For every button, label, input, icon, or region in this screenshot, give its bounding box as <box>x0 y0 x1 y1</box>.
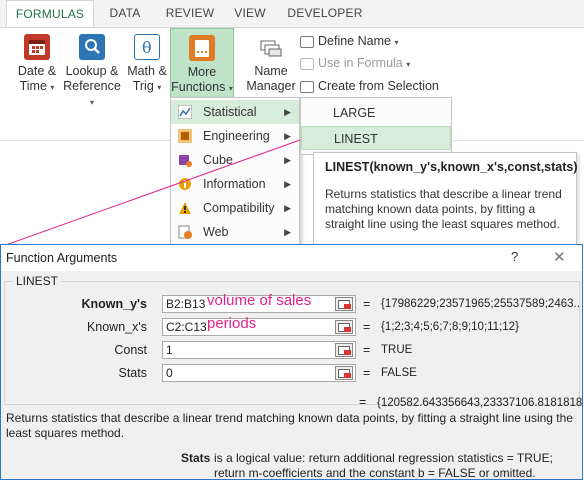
equals-sign: = <box>363 297 371 311</box>
known-xs-value: C2:C13 <box>166 320 207 334</box>
stats-input[interactable]: 0 <box>162 364 356 382</box>
argument-help-text: is a logical value: return additional re… <box>214 451 553 480</box>
const-value: 1 <box>166 343 173 357</box>
known-ys-value: B2:B13 <box>166 297 206 311</box>
known-xs-annotation: periods <box>207 315 257 332</box>
arguments-group: LINEST Known_y's B2:B13 volume of sales … <box>4 274 581 405</box>
known-ys-result: {17986229;23571965;25537589;2463... <box>381 298 581 310</box>
known-ys-label: Known_y's <box>81 297 148 311</box>
equals-sign: = <box>359 395 367 409</box>
collapse-dialog-icon[interactable] <box>335 320 353 334</box>
formula-result: {120582.643356643,23337106.8181818 <box>377 397 582 409</box>
const-input[interactable]: 1 <box>162 341 356 359</box>
dialog-body: LINEST Known_y's B2:B13 volume of sales … <box>1 271 582 480</box>
collapse-dialog-icon[interactable] <box>335 343 353 357</box>
known-xs-result: {1;2;3;4;5;6;7;8;9;10;11;12} <box>381 321 519 333</box>
function-description: Returns statistics that describe a linea… <box>6 411 573 440</box>
const-result: TRUE <box>381 344 413 356</box>
known-ys-annotation: volume of sales <box>207 292 312 309</box>
known-xs-input[interactable]: C2:C13 <box>162 318 356 336</box>
close-icon[interactable]: ✕ <box>553 248 566 266</box>
equals-sign: = <box>363 320 371 334</box>
stats-label: Stats <box>118 366 148 380</box>
argument-help-name: Stats <box>181 451 211 465</box>
dialog-title: Function Arguments <box>6 251 118 265</box>
known-xs-label: Known_x's <box>86 320 147 334</box>
help-icon[interactable]: ? <box>511 249 518 264</box>
function-arguments-dialog: Function Arguments ? ✕ LINEST Known_y's … <box>0 244 583 480</box>
stats-value: 0 <box>166 366 173 380</box>
stats-result: FALSE <box>381 367 417 379</box>
equals-sign: = <box>363 343 371 357</box>
const-label: Const <box>114 343 147 357</box>
collapse-dialog-icon[interactable] <box>335 297 353 311</box>
equals-sign: = <box>363 366 371 380</box>
collapse-dialog-icon[interactable] <box>335 366 353 380</box>
function-name-label: LINEST <box>13 274 62 288</box>
